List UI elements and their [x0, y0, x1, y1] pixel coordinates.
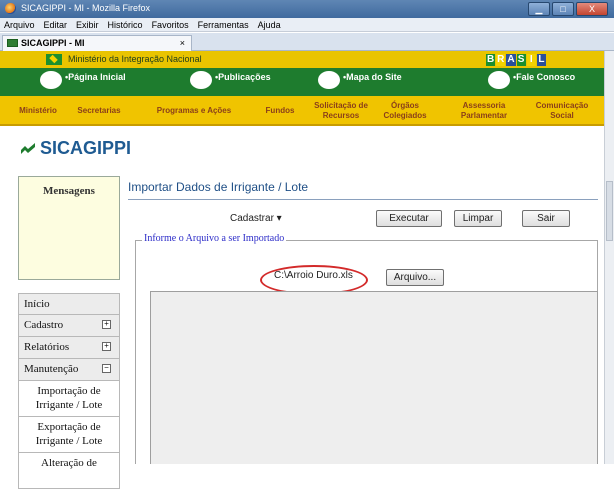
sidebar-subitem-exportacao[interactable]: Exportação de Irrigante / Lote — [18, 417, 120, 453]
subnav-secretarias[interactable]: Secretarias — [68, 106, 130, 116]
maximize-button[interactable]: □ — [552, 2, 574, 16]
brasil-logo-letter: B — [486, 53, 496, 66]
nav-home-label: •Página Inicial — [65, 72, 126, 82]
messages-title: Mensagens — [43, 185, 95, 197]
tab-label: SICAGIPPI - MI — [21, 38, 85, 48]
ministry-link[interactable]: Ministério da Integração Nacional — [68, 54, 202, 64]
scrollbar-thumb[interactable] — [606, 181, 613, 241]
sidebar-item-relatorios[interactable]: Relatórios + — [18, 337, 120, 359]
app-title: SICAGIPPI — [40, 138, 132, 158]
subnav-orgaos[interactable]: Órgãos Colegiados — [368, 101, 442, 121]
menu-favoritos[interactable]: Favoritos — [152, 18, 189, 31]
book-icon — [190, 71, 212, 89]
exit-button[interactable]: Sair — [522, 210, 570, 227]
menu-exibir[interactable]: Exibir — [76, 18, 99, 31]
subnav-ministerio[interactable]: Ministério — [8, 106, 68, 116]
sidebar-item-cadastro[interactable]: Cadastro + — [18, 315, 120, 337]
nav-publications-label: •Publicações — [215, 72, 271, 82]
menu-bar: Arquivo Editar Exibir Histórico Favorito… — [0, 18, 614, 32]
map-icon — [318, 71, 340, 89]
close-button[interactable]: X — [576, 2, 608, 16]
clear-button[interactable]: Limpar — [454, 210, 502, 227]
ministry-subnav: Ministério Secretarias Programas e Ações… — [0, 96, 604, 126]
subnav-assessoria[interactable]: Assessoria Parlamentar — [442, 101, 526, 121]
government-top-bar: Ministério da Integração Nacional BRASIL — [0, 51, 604, 68]
menu-ferramentas[interactable]: Ferramentas — [198, 18, 249, 31]
expand-icon[interactable]: + — [102, 320, 111, 329]
nav-contact-label: •Fale Conosco — [513, 72, 576, 82]
title-divider — [128, 199, 598, 200]
tab-close-icon[interactable]: × — [180, 36, 185, 50]
firefox-icon — [5, 3, 16, 14]
sicagippi-logo-icon — [21, 143, 35, 154]
minimize-button[interactable]: ▁ — [528, 2, 550, 16]
sidebar-item-manutencao[interactable]: Manutenção − — [18, 359, 120, 381]
mail-icon — [488, 71, 510, 89]
vertical-scrollbar[interactable] — [604, 51, 614, 464]
window-title: SICAGIPPI - MI - Mozilla Firefox — [21, 3, 151, 13]
brazil-flag-icon — [46, 54, 62, 65]
messages-panel: Mensagens — [18, 176, 120, 280]
sidebar-subitem-importacao[interactable]: Importação de Irrigante / Lote — [18, 381, 120, 417]
government-nav: •Página Inicial •Publicações •Mapa do Si… — [0, 68, 604, 96]
nav-sitemap-label: •Mapa do Site — [343, 72, 402, 82]
brasil-logo-letter: S — [516, 53, 526, 66]
brasil-logo-letter: A — [506, 53, 516, 66]
preview-area — [150, 291, 598, 464]
sidebar-menu: Início Cadastro + Relatórios + Manutençã… — [18, 293, 120, 489]
execute-button[interactable]: Executar — [376, 210, 442, 227]
brasil-logo-letter: I — [526, 53, 536, 66]
page-title: Importar Dados de Irrigante / Lote — [128, 180, 309, 194]
browse-file-button[interactable]: Arquivo... — [386, 269, 444, 286]
home-icon — [40, 71, 62, 89]
subnav-comunicacao[interactable]: Comunicação Social — [522, 101, 602, 121]
menu-historico[interactable]: Histórico — [108, 18, 143, 31]
window-titlebar: SICAGIPPI - MI - Mozilla Firefox ▁ □ X — [0, 0, 614, 18]
menu-ajuda[interactable]: Ajuda — [258, 18, 281, 31]
window-controls: ▁ □ X — [528, 2, 608, 16]
government-banner: Ministério da Integração Nacional BRASIL… — [0, 51, 604, 96]
tab-bar: SICAGIPPI - MI × — [0, 33, 614, 51]
cadastrar-menu[interactable]: Cadastrar ▾ — [230, 213, 282, 224]
subnav-programas[interactable]: Programas e Ações — [148, 106, 240, 116]
menu-editar[interactable]: Editar — [44, 18, 68, 31]
sidebar-subitem-alteracao[interactable]: Alteração de — [18, 453, 120, 489]
brasil-logo: BRASIL — [486, 52, 547, 67]
brasil-logo-letter: L — [536, 53, 547, 66]
browser-tab[interactable]: SICAGIPPI - MI × — [2, 35, 192, 51]
brasil-logo-letter: R — [496, 53, 506, 66]
sidebar-item-inicio[interactable]: Início — [18, 293, 120, 315]
fieldset-legend: Informe o Arquivo a ser Importado — [142, 233, 287, 244]
expand-icon[interactable]: + — [102, 342, 111, 351]
file-path-field[interactable]: C:\Arroio Duro.xls — [274, 270, 353, 281]
site-favicon — [7, 39, 18, 47]
menu-arquivo[interactable]: Arquivo — [4, 18, 35, 31]
collapse-icon[interactable]: − — [102, 364, 111, 373]
subnav-fundos[interactable]: Fundos — [258, 106, 302, 116]
